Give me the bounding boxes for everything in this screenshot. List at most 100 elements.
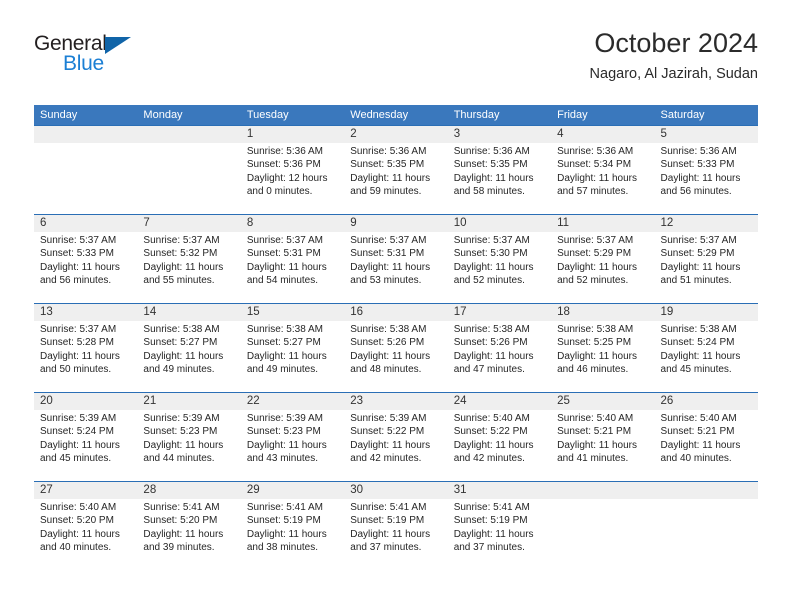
day-cell[interactable]: 30 Sunrise: 5:41 AM Sunset: 5:19 PM Dayl…: [344, 482, 447, 570]
daylight-text-line1: Daylight: 11 hours: [246, 261, 327, 273]
day-cell[interactable]: 5 Sunrise: 5:36 AM Sunset: 5:33 PM Dayli…: [655, 126, 758, 214]
sunset-text: Sunset: 5:33 PM: [660, 159, 735, 171]
day-cell[interactable]: [551, 482, 654, 570]
page-subtitle: Nagaro, Al Jazirah, Sudan: [589, 66, 758, 82]
day-number: 14: [143, 306, 157, 318]
calendar-page: General Blue October 2024 Nagaro, Al Jaz…: [0, 0, 792, 612]
daylight-text-line1: Daylight: 11 hours: [143, 439, 224, 451]
sunset-text: Sunset: 5:28 PM: [40, 337, 114, 349]
sunrise-text: Sunrise: 5:39 AM: [143, 413, 220, 424]
day-cell[interactable]: 20 Sunrise: 5:39 AM Sunset: 5:24 PM Dayl…: [34, 393, 137, 481]
general-blue-logo[interactable]: General Blue: [34, 32, 214, 84]
day-number: 16: [350, 306, 364, 318]
day-number: 1: [246, 128, 254, 140]
day-cell[interactable]: 29 Sunrise: 5:41 AM Sunset: 5:19 PM Dayl…: [241, 482, 344, 570]
day-cell[interactable]: 6 Sunrise: 5:37 AM Sunset: 5:33 PM Dayli…: [34, 215, 137, 303]
daylight-text-line1: Daylight: 11 hours: [40, 261, 120, 273]
day-cell[interactable]: 9 Sunrise: 5:37 AM Sunset: 5:31 PM Dayli…: [344, 215, 447, 303]
day-cell[interactable]: [137, 126, 240, 214]
day-cell[interactable]: 2 Sunrise: 5:36 AM Sunset: 5:35 PM Dayli…: [344, 126, 447, 214]
weekday-header-thursday: Thursday: [453, 109, 500, 121]
sunset-text: Sunset: 5:19 PM: [453, 515, 528, 527]
sunset-text: Sunset: 5:26 PM: [453, 337, 528, 349]
day-number: 30: [350, 484, 364, 496]
day-number: 18: [557, 306, 570, 318]
day-cell[interactable]: 15 Sunrise: 5:38 AM Sunset: 5:27 PM Dayl…: [241, 304, 344, 392]
day-cell[interactable]: 27 Sunrise: 5:40 AM Sunset: 5:20 PM Dayl…: [34, 482, 137, 570]
sunrise-text: Sunrise: 5:36 AM: [557, 146, 634, 157]
daylight-text-line2: and 58 minutes.: [453, 186, 525, 198]
day-number: [40, 126, 137, 143]
day-cell[interactable]: 19 Sunrise: 5:38 AM Sunset: 5:24 PM Dayl…: [655, 304, 758, 392]
day-number: 3: [453, 128, 461, 140]
day-number: 17: [453, 306, 467, 318]
day-cell[interactable]: 3 Sunrise: 5:36 AM Sunset: 5:35 PM Dayli…: [448, 126, 551, 214]
daylight-text-line1: Daylight: 11 hours: [350, 261, 431, 273]
sunrise-text: Sunrise: 5:37 AM: [143, 235, 220, 246]
sunrise-text: Sunrise: 5:40 AM: [557, 413, 634, 424]
day-cell[interactable]: 16 Sunrise: 5:38 AM Sunset: 5:26 PM Dayl…: [344, 304, 447, 392]
sunrise-text: Sunrise: 5:39 AM: [246, 413, 323, 424]
day-cell[interactable]: 8 Sunrise: 5:37 AM Sunset: 5:31 PM Dayli…: [241, 215, 344, 303]
day-number: 28: [143, 484, 157, 496]
day-number: 21: [143, 395, 157, 407]
page-header: General Blue October 2024 Nagaro, Al Jaz…: [34, 26, 758, 96]
daylight-text-line2: and 56 minutes.: [40, 275, 112, 287]
day-cell[interactable]: 28 Sunrise: 5:41 AM Sunset: 5:20 PM Dayl…: [137, 482, 240, 570]
daylight-text-line1: Daylight: 11 hours: [453, 528, 534, 540]
day-number: 6: [40, 217, 47, 229]
sunset-text: Sunset: 5:27 PM: [143, 337, 218, 349]
day-details: Sunrise: 5:38 AM Sunset: 5:27 PM Dayligh…: [143, 323, 240, 377]
daylight-text-line1: Daylight: 11 hours: [557, 350, 637, 362]
daylight-text-line1: Daylight: 11 hours: [40, 439, 120, 451]
daylight-text-line1: Daylight: 11 hours: [143, 261, 224, 273]
day-number: 23: [350, 395, 364, 407]
sunset-text: Sunset: 5:23 PM: [246, 426, 321, 438]
day-cell[interactable]: 14 Sunrise: 5:38 AM Sunset: 5:27 PM Dayl…: [137, 304, 240, 392]
day-number: [557, 482, 654, 499]
day-details: Sunrise: 5:37 AM Sunset: 5:32 PM Dayligh…: [143, 234, 240, 288]
sunset-text: Sunset: 5:21 PM: [660, 426, 735, 438]
day-cell[interactable]: 18 Sunrise: 5:38 AM Sunset: 5:25 PM Dayl…: [551, 304, 654, 392]
day-cell[interactable]: 13 Sunrise: 5:37 AM Sunset: 5:28 PM Dayl…: [34, 304, 137, 392]
triangle-icon: [105, 37, 131, 54]
day-cell[interactable]: 17 Sunrise: 5:38 AM Sunset: 5:26 PM Dayl…: [448, 304, 551, 392]
day-details: Sunrise: 5:36 AM Sunset: 5:33 PM Dayligh…: [661, 145, 758, 199]
sunrise-text: Sunrise: 5:41 AM: [143, 502, 220, 513]
day-cell[interactable]: 7 Sunrise: 5:37 AM Sunset: 5:32 PM Dayli…: [137, 215, 240, 303]
day-cell[interactable]: 21 Sunrise: 5:39 AM Sunset: 5:23 PM Dayl…: [137, 393, 240, 481]
daylight-text-line2: and 52 minutes.: [453, 275, 525, 287]
day-cell[interactable]: [655, 482, 758, 570]
daylight-text-line1: Daylight: 11 hours: [350, 172, 431, 184]
sunset-text: Sunset: 5:21 PM: [557, 426, 632, 438]
day-details: Sunrise: 5:37 AM Sunset: 5:29 PM Dayligh…: [557, 234, 654, 288]
sunrise-text: Sunrise: 5:40 AM: [660, 413, 737, 424]
day-cell[interactable]: 1 Sunrise: 5:36 AM Sunset: 5:36 PM Dayli…: [241, 126, 344, 214]
daylight-text-line2: and 0 minutes.: [246, 186, 313, 198]
day-details: Sunrise: 5:37 AM Sunset: 5:31 PM Dayligh…: [247, 234, 344, 288]
day-cell[interactable]: 22 Sunrise: 5:39 AM Sunset: 5:23 PM Dayl…: [241, 393, 344, 481]
day-cell[interactable]: 11 Sunrise: 5:37 AM Sunset: 5:29 PM Dayl…: [551, 215, 654, 303]
day-cell[interactable]: 10 Sunrise: 5:37 AM Sunset: 5:30 PM Dayl…: [448, 215, 551, 303]
day-cell[interactable]: 31 Sunrise: 5:41 AM Sunset: 5:19 PM Dayl…: [448, 482, 551, 570]
day-number: 13: [40, 306, 53, 318]
weekday-header-wednesday: Wednesday: [350, 109, 409, 121]
day-cell[interactable]: 12 Sunrise: 5:37 AM Sunset: 5:29 PM Dayl…: [655, 215, 758, 303]
day-cell[interactable]: 23 Sunrise: 5:39 AM Sunset: 5:22 PM Dayl…: [344, 393, 447, 481]
day-details: Sunrise: 5:36 AM Sunset: 5:35 PM Dayligh…: [454, 145, 551, 199]
day-cell[interactable]: 24 Sunrise: 5:40 AM Sunset: 5:22 PM Dayl…: [448, 393, 551, 481]
sunrise-text: Sunrise: 5:38 AM: [350, 324, 427, 335]
day-cell[interactable]: 4 Sunrise: 5:36 AM Sunset: 5:34 PM Dayli…: [551, 126, 654, 214]
day-cell[interactable]: [34, 126, 137, 214]
sunrise-text: Sunrise: 5:39 AM: [350, 413, 427, 424]
sunrise-text: Sunrise: 5:41 AM: [246, 502, 323, 513]
daylight-text-line1: Daylight: 11 hours: [557, 439, 637, 451]
calendar-week-row: 6 Sunrise: 5:37 AM Sunset: 5:33 PM Dayli…: [34, 214, 758, 303]
day-cell[interactable]: 26 Sunrise: 5:40 AM Sunset: 5:21 PM Dayl…: [655, 393, 758, 481]
daylight-text-line1: Daylight: 12 hours: [246, 172, 328, 184]
sunrise-text: Sunrise: 5:37 AM: [40, 235, 117, 246]
daylight-text-line1: Daylight: 11 hours: [453, 439, 534, 451]
weekday-header-friday: Friday: [557, 109, 588, 121]
daylight-text-line2: and 37 minutes.: [453, 542, 525, 554]
day-cell[interactable]: 25 Sunrise: 5:40 AM Sunset: 5:21 PM Dayl…: [551, 393, 654, 481]
